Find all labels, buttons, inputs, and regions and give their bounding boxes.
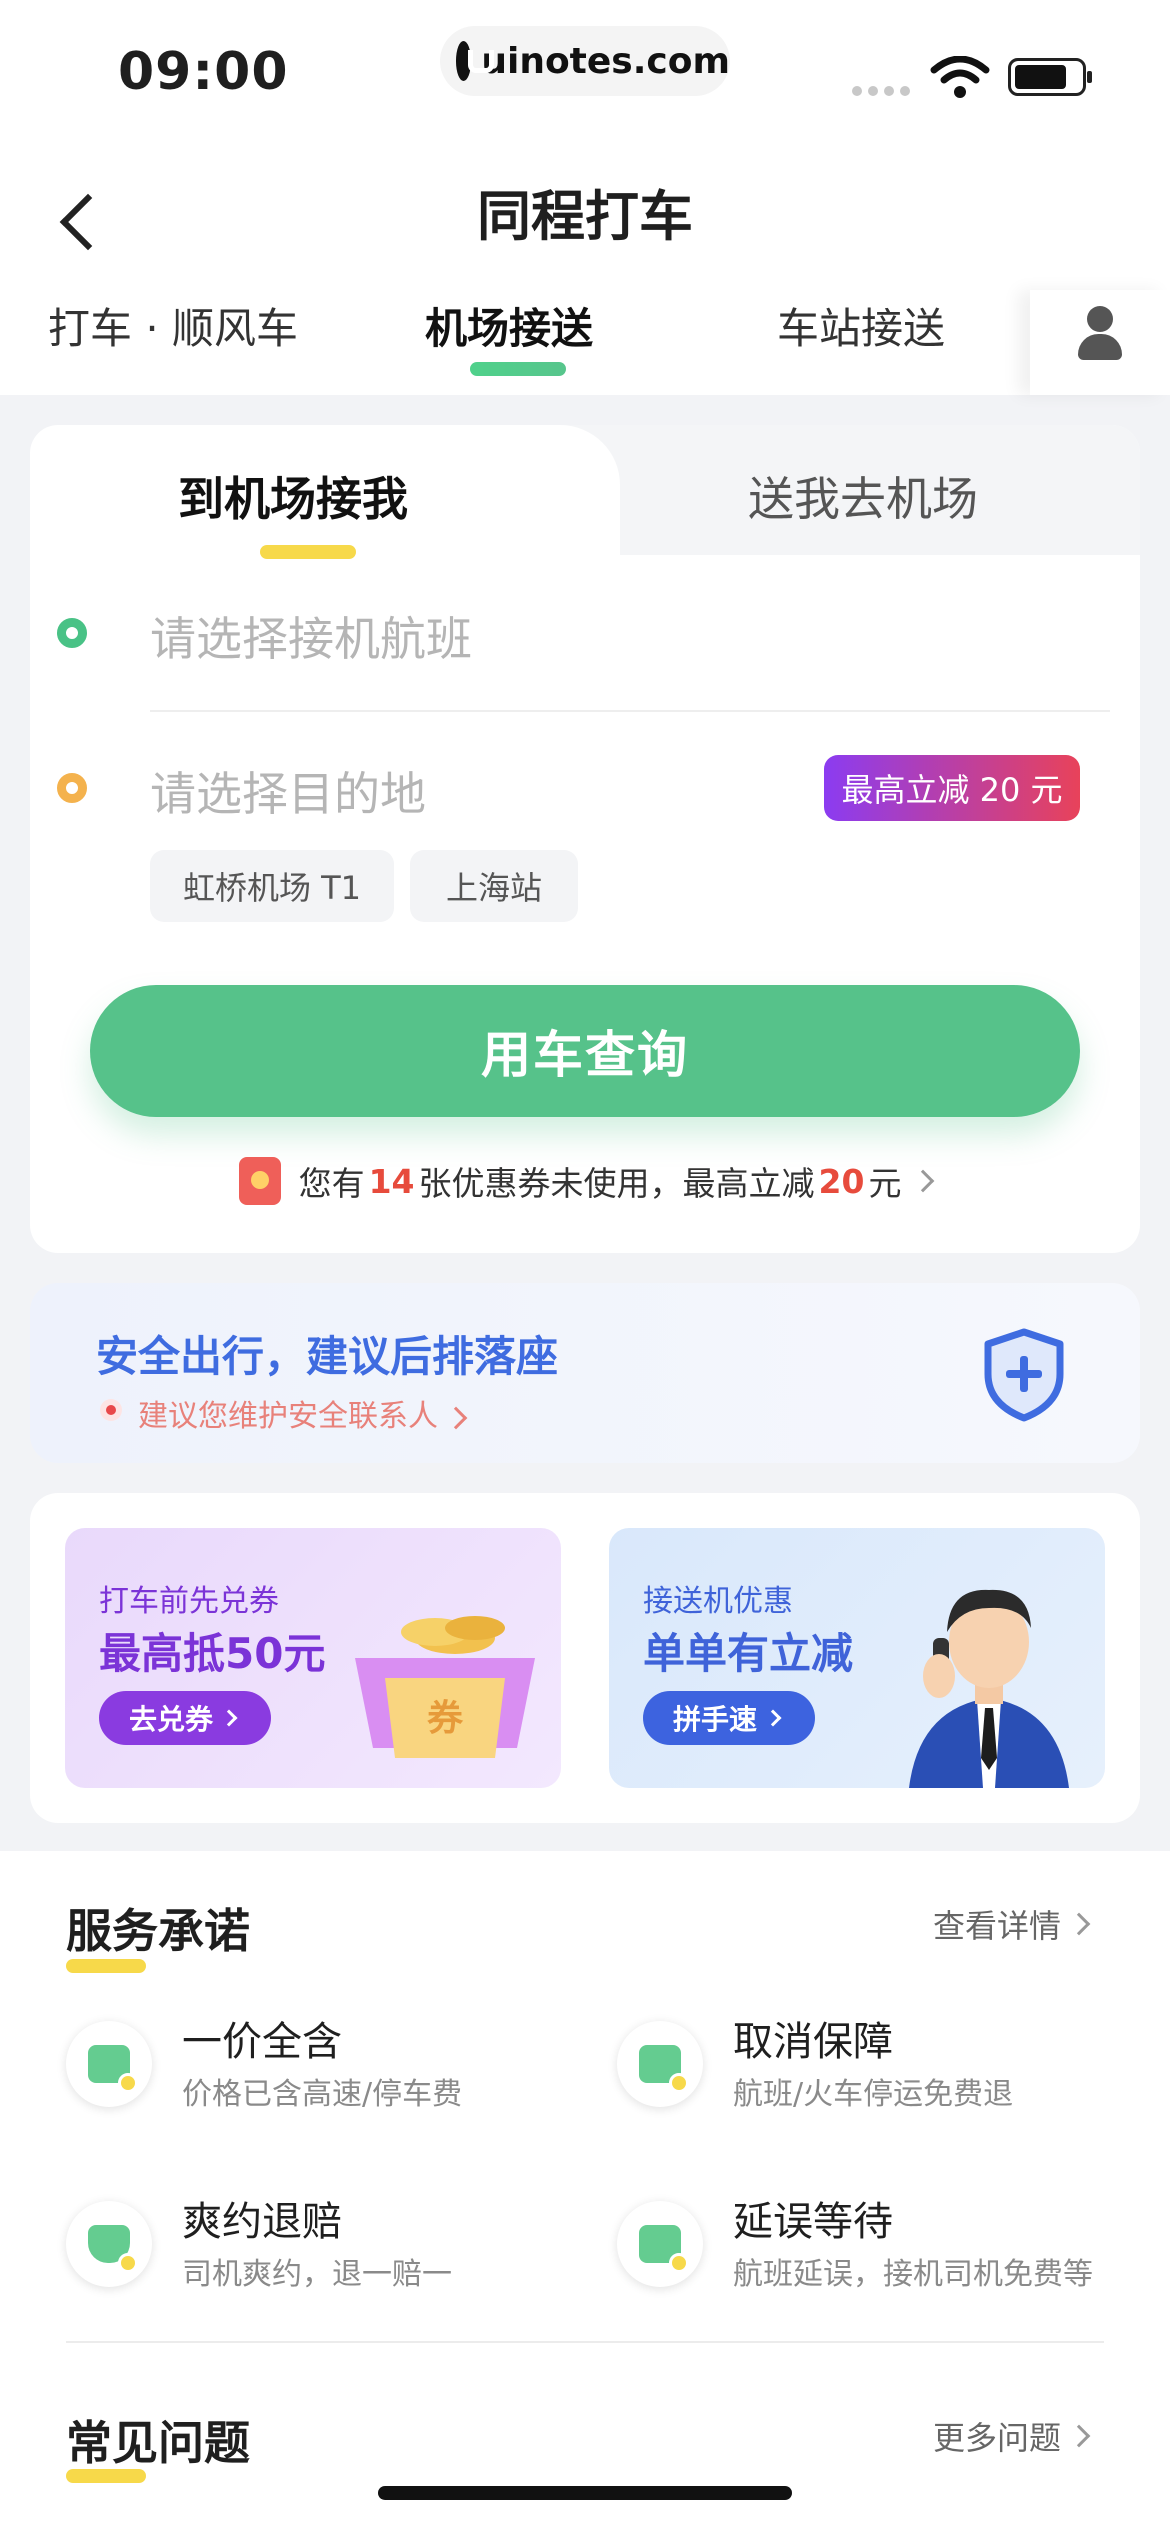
service-title: 延误等待 bbox=[733, 2199, 893, 2245]
segment-pickup-from-airport[interactable]: 到机场接我 bbox=[178, 463, 408, 529]
service-subtitle: 价格已含高速/停车费 bbox=[182, 2077, 463, 2112]
section-divider bbox=[66, 2341, 1104, 2343]
section-underline bbox=[66, 1959, 146, 1973]
businessman-illustration bbox=[909, 1589, 1069, 1788]
button-label: 拼手速 bbox=[673, 1703, 758, 1736]
car-icon bbox=[66, 2021, 152, 2107]
field-divider bbox=[150, 710, 1110, 712]
promo-banners: 打车前先兑券 最高抵50元 去兑券 券 接送机优惠 单单有立减 拼手速 bbox=[30, 1493, 1140, 1823]
coupon-exchange-banner[interactable]: 打车前先兑券 最高抵50元 去兑券 券 bbox=[65, 1528, 561, 1788]
red-envelope-icon bbox=[238, 1157, 281, 1205]
coupon-count: 14 bbox=[368, 1161, 415, 1201]
chevron-right-icon bbox=[444, 1406, 468, 1430]
service-title: 一价全含 bbox=[182, 2019, 342, 2065]
exchange-coupon-button[interactable]: 去兑券 bbox=[99, 1691, 271, 1745]
url-pill[interactable]: uinotes.com bbox=[440, 26, 730, 96]
coupon-coins-illustration: 券 bbox=[355, 1616, 535, 1758]
cellular-signal-icon bbox=[852, 86, 910, 96]
flight-select-field[interactable]: 请选择接机航班 bbox=[150, 603, 472, 669]
service-subtitle: 航班延误，接机司机免费等 bbox=[733, 2257, 1093, 2292]
site-logo-icon bbox=[456, 41, 495, 81]
safety-title: 安全出行，建议后排落座 bbox=[96, 1332, 559, 1381]
button-label: 去兑券 bbox=[129, 1703, 214, 1736]
destination-select-field[interactable]: 请选择目的地 bbox=[150, 758, 426, 824]
active-tab-indicator bbox=[470, 362, 566, 376]
safety-subtitle: 建议您维护安全联系人 bbox=[138, 1399, 438, 1434]
banner-title: 单单有立减 bbox=[643, 1629, 854, 1678]
view-details-link[interactable]: 查看详情 bbox=[933, 1901, 1091, 1947]
chevron-right-icon bbox=[1067, 1912, 1091, 1936]
service-tabs: 打车 · 顺风车 机场接送 车站接送 bbox=[0, 295, 1170, 395]
banner-title: 最高抵50元 bbox=[99, 1629, 326, 1678]
booking-card: 到机场接我 送我去机场 请选择接机航班 请选择目的地 最高立减 20 元 虹桥机… bbox=[30, 425, 1140, 1253]
wifi-icon bbox=[930, 56, 990, 98]
banner-subtitle: 打车前先兑券 bbox=[99, 1584, 279, 1619]
destination-dot-icon bbox=[57, 773, 87, 803]
service-title: 取消保障 bbox=[733, 2019, 893, 2065]
status-time: 09:00 bbox=[118, 42, 289, 102]
tab-station-transfer[interactable]: 车站接送 bbox=[777, 295, 945, 356]
safety-tip-card[interactable]: 安全出行，建议后排落座 建议您维护安全联系人 bbox=[30, 1283, 1140, 1463]
airport-discount-banner[interactable]: 接送机优惠 单单有立减 拼手速 bbox=[609, 1528, 1105, 1788]
coupon-stamp-text: 券 bbox=[427, 1698, 464, 1739]
coupon-middle: 张优惠券未使用，最高立减 bbox=[418, 1164, 815, 1203]
coupon-amount: 20 bbox=[818, 1161, 865, 1201]
service-subtitle: 航班/火车停运免费退 bbox=[733, 2077, 1014, 2112]
discount-badge: 最高立减 20 元 bbox=[824, 755, 1080, 821]
quick-chip-shanghai-station[interactable]: 上海站 bbox=[410, 850, 578, 922]
shield-yuan-icon bbox=[66, 2201, 152, 2287]
coupon-prefix: 您有 bbox=[298, 1164, 365, 1203]
chevron-right-icon bbox=[1067, 2424, 1091, 2448]
section-title-faq: 常见问题 bbox=[66, 2416, 250, 2470]
section-underline bbox=[66, 2469, 146, 2483]
alert-dot-icon bbox=[100, 1399, 122, 1421]
service-title: 爽约退赔 bbox=[182, 2199, 342, 2245]
coupon-notice[interactable]: 您有 14 张优惠券未使用，最高立减 20 元 bbox=[30, 1157, 1140, 1205]
grab-deal-button[interactable]: 拼手速 bbox=[643, 1691, 815, 1745]
service-promise-section: 服务承诺 查看详情 一价全含 价格已含高速/停车费 取消保障 航班/火车停运免费… bbox=[0, 1851, 1170, 2532]
segment-indicator bbox=[260, 545, 356, 559]
app-screen: 09:00 uinotes.com 同程打车 打车 · 顺风车 机场接送 车站接… bbox=[0, 0, 1170, 2532]
service-subtitle: 司机爽约，退一赔一 bbox=[182, 2257, 452, 2292]
status-bar: 09:00 uinotes.com bbox=[0, 0, 1170, 140]
tab-taxi-carpool[interactable]: 打车 · 顺风车 bbox=[48, 295, 298, 356]
chevron-right-icon bbox=[912, 1169, 935, 1193]
more-questions-link[interactable]: 更多问题 bbox=[933, 2413, 1091, 2459]
link-label: 查看详情 bbox=[933, 1907, 1062, 1945]
driver-icon bbox=[617, 2201, 703, 2287]
link-label: 更多问题 bbox=[933, 2419, 1062, 2457]
ticket-icon bbox=[617, 2021, 703, 2107]
search-ride-button[interactable]: 用车查询 bbox=[90, 985, 1080, 1117]
shield-plus-icon bbox=[984, 1328, 1064, 1422]
chevron-right-icon bbox=[220, 1709, 238, 1727]
banner-subtitle: 接送机优惠 bbox=[643, 1584, 793, 1619]
home-indicator bbox=[378, 2486, 792, 2500]
tab-airport-transfer[interactable]: 机场接送 bbox=[425, 295, 593, 356]
coupon-suffix: 元 bbox=[868, 1164, 902, 1203]
url-text: uinotes.com bbox=[481, 40, 730, 82]
page-title: 同程打车 bbox=[477, 185, 693, 248]
safety-contact-link[interactable]: 建议您维护安全联系人 bbox=[138, 1391, 468, 1435]
profile-button[interactable] bbox=[1030, 290, 1170, 395]
battery-icon bbox=[1008, 58, 1092, 96]
section-title-services: 服务承诺 bbox=[66, 1904, 250, 1958]
user-icon bbox=[1078, 306, 1122, 364]
nav-bar: 同程打车 打车 · 顺风车 机场接送 车站接送 bbox=[0, 140, 1170, 395]
origin-dot-icon bbox=[57, 618, 87, 648]
chevron-right-icon bbox=[764, 1709, 782, 1727]
segment-dropoff-to-airport[interactable]: 送我去机场 bbox=[748, 463, 978, 529]
quick-chip-hongqiao-t1[interactable]: 虹桥机场 T1 bbox=[150, 850, 394, 922]
